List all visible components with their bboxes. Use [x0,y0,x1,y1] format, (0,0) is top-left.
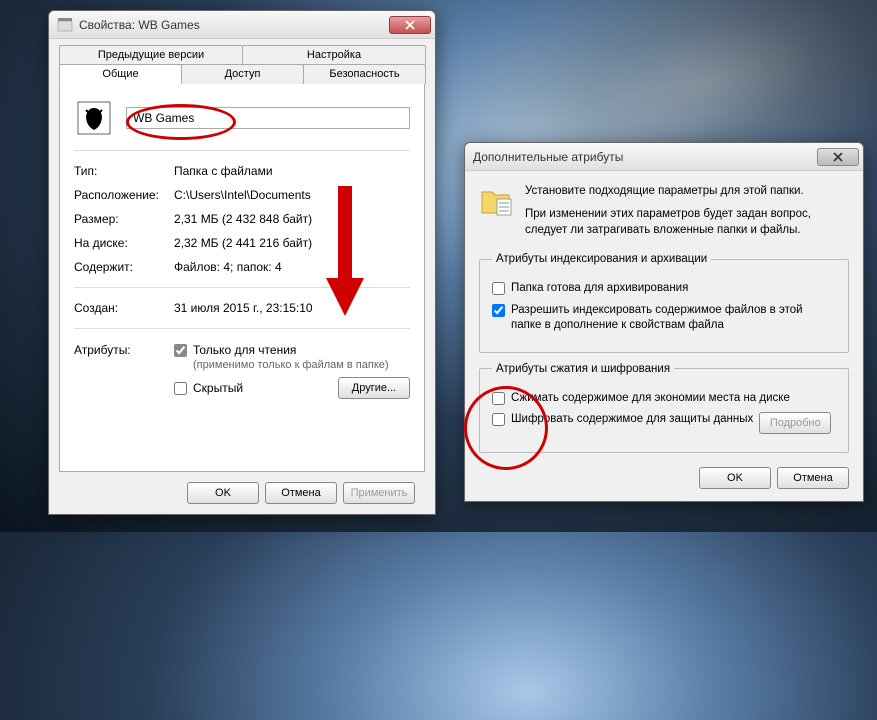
value-ondisk: 2,32 МБ (2 441 216 байт) [174,236,410,250]
folder-icon [74,98,114,138]
label-compress: Сжимать содержимое для экономии места на… [511,391,790,407]
app-icon [57,17,73,33]
checkbox-hidden[interactable] [174,382,187,395]
label-attributes: Атрибуты: [74,343,174,399]
info-line1: Установите подходящие параметры для этой… [525,183,849,200]
tab-row-upper: Предыдущие версии Настройка [59,45,425,65]
folder-name-input[interactable] [126,107,410,129]
checkbox-archive-ready[interactable] [492,282,505,295]
legend-indexing: Атрибуты индексирования и архивации [492,253,711,265]
label-archive-ready: Папка готова для архивирования [511,281,688,297]
value-location: C:\Users\Intel\Documents [174,188,410,202]
folder-settings-icon [479,183,515,219]
value-type: Папка с файлами [174,164,410,178]
label-encrypt: Шифровать содержимое для защиты данных [511,412,753,428]
label-allow-indexing: Разрешить индексировать содержимое файло… [511,303,836,334]
checkbox-readonly[interactable] [174,344,187,357]
additional-attributes-dialog: Дополнительные атрибуты Установите подхо… [464,142,864,502]
details-button[interactable]: Подробно [759,412,831,434]
titlebar[interactable]: Свойства: WB Games [49,11,435,39]
value-created: 31 июля 2015 г., 23:15:10 [174,301,410,315]
dialog-title: Свойства: WB Games [79,18,389,32]
label-location: Расположение: [74,188,174,202]
tab-row-lower: Общие Доступ Безопасность [59,64,425,85]
tab-previous-versions[interactable]: Предыдущие версии [59,45,243,64]
checkbox-compress[interactable] [492,392,505,405]
dialog-button-row: OK Отмена [479,463,849,489]
label-ondisk: На диске: [74,236,174,250]
label-hidden: Скрытый [193,381,243,395]
apply-button[interactable]: Применить [343,482,415,504]
close-button[interactable] [389,16,431,34]
info-text: Установите подходящие параметры для этой… [525,183,849,239]
tab-general[interactable]: Общие [59,64,182,84]
ok-button[interactable]: OK [187,482,259,504]
dialog-button-row: OK Отмена Применить [59,472,425,504]
group-indexing-archiving: Атрибуты индексирования и архивации Папк… [479,253,849,353]
legend-compression: Атрибуты сжатия и шифрования [492,363,674,375]
titlebar[interactable]: Дополнительные атрибуты [465,143,863,171]
label-size: Размер: [74,212,174,226]
label-readonly: Только для чтения [193,343,296,357]
label-created: Создан: [74,301,174,315]
tab-customize[interactable]: Настройка [242,45,426,64]
value-size: 2,31 МБ (2 432 848 байт) [174,212,410,226]
tab-security[interactable]: Безопасность [303,64,426,84]
label-type: Тип: [74,164,174,178]
properties-dialog: Свойства: WB Games Предыдущие версии Нас… [48,10,436,515]
info-line2: При изменении этих параметров будет зада… [525,206,849,239]
cancel-button[interactable]: Отмена [777,467,849,489]
tab-panel-general: Тип:Папка с файлами Расположение:C:\User… [59,84,425,472]
dialog-title: Дополнительные атрибуты [473,150,817,164]
tab-sharing[interactable]: Доступ [181,64,304,84]
other-attributes-button[interactable]: Другие... [338,377,410,399]
cancel-button[interactable]: Отмена [265,482,337,504]
group-compression-encryption: Атрибуты сжатия и шифрования Сжимать сод… [479,363,849,454]
checkbox-allow-indexing[interactable] [492,304,505,317]
close-button[interactable] [817,148,859,166]
label-contains: Содержит: [74,260,174,274]
checkbox-encrypt[interactable] [492,413,505,426]
ok-button[interactable]: OK [699,467,771,489]
value-contains: Файлов: 4; папок: 4 [174,260,410,274]
label-readonly-sub: (применимо только к файлам в папке) [193,359,389,371]
